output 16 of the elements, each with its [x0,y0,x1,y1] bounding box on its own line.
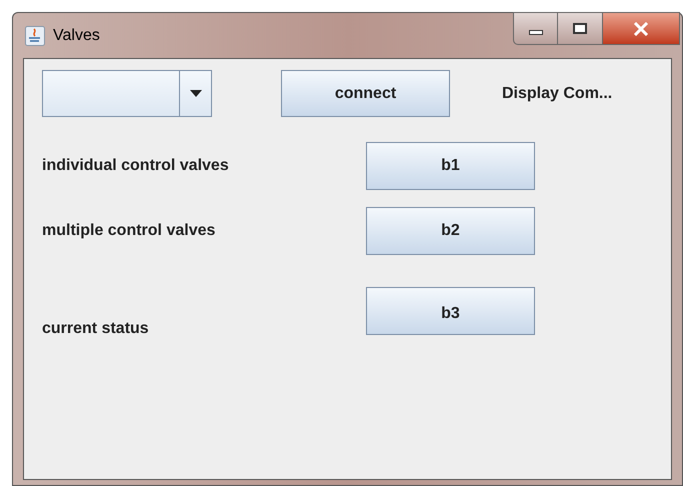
maximize-button[interactable] [558,12,602,45]
minimize-button[interactable] [513,12,558,45]
coffee-cup-icon [25,26,45,46]
close-icon [633,22,649,36]
row-label: individual control valves [42,156,230,176]
valve-button[interactable]: b3 [366,287,535,335]
dropdown[interactable] [42,70,212,117]
caret-icon [190,90,202,97]
close-button[interactable] [602,12,680,45]
row-label: current status [42,319,150,339]
valve-button[interactable]: b1 [366,142,535,190]
row-label: multiple control valves [42,221,216,241]
connect-button[interactable]: connect [281,70,450,117]
display-label: Display Com... [502,84,612,104]
window-title: Valves [53,26,100,46]
valve-button[interactable]: b2 [366,207,535,255]
